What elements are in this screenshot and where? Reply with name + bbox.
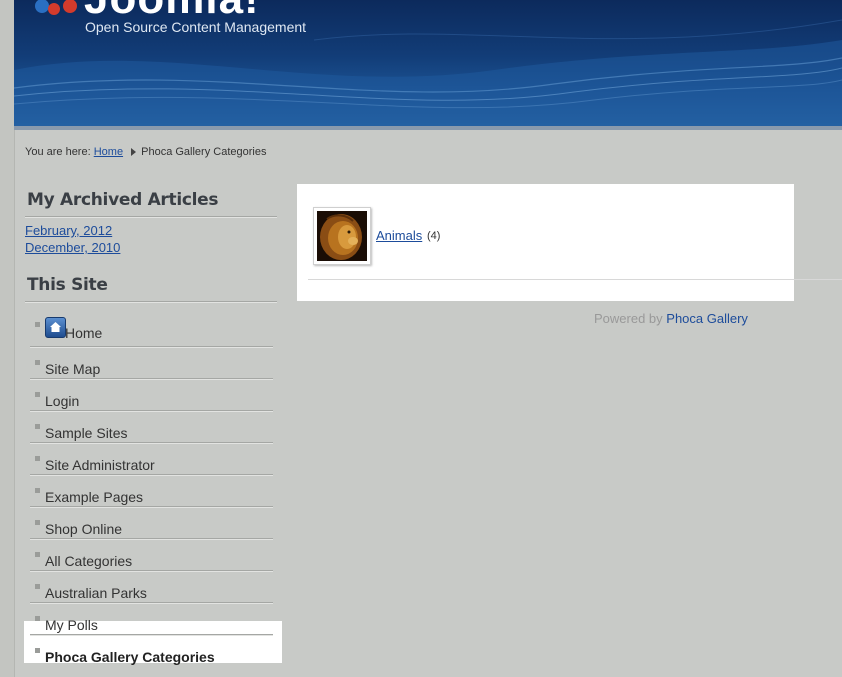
site-header-banner: Joomla! Open Source Content Management <box>14 0 842 126</box>
menu-item-label: Login <box>45 393 80 409</box>
phoca-gallery-link[interactable]: Phoca Gallery <box>666 311 748 326</box>
category-thumbnail[interactable] <box>313 207 371 265</box>
breadcrumb-home-link[interactable]: Home <box>94 146 123 158</box>
bullet-icon <box>35 616 40 621</box>
bullet-icon <box>35 392 40 397</box>
menu-item-example-pages[interactable]: Example Pages <box>30 476 273 507</box>
menu-item-label: My Polls <box>45 617 98 633</box>
bullet-icon <box>35 424 40 429</box>
bullet-icon <box>35 488 40 493</box>
menu-item-shop-online[interactable]: Shop Online <box>30 508 273 539</box>
menu-item-login[interactable]: Login <box>30 380 273 411</box>
menu-item-my-polls[interactable]: My Polls <box>30 604 273 635</box>
menu-item-site-administrator[interactable]: Site Administrator <box>30 444 273 475</box>
bullet-icon <box>35 322 40 327</box>
bullet-icon <box>35 456 40 461</box>
menu-item-label: Australian Parks <box>45 585 147 601</box>
menu-item-home[interactable]: Home <box>30 310 273 347</box>
archived-articles-title: My Archived Articles <box>27 190 219 210</box>
left-edge-strip <box>0 0 15 677</box>
header-bottom-rule <box>14 126 842 130</box>
menu-item-label: Example Pages <box>45 489 144 505</box>
joomla-logo-icon <box>35 0 77 15</box>
bullet-icon <box>35 648 40 653</box>
menu-item-phoca-gallery-categories[interactable]: Phoca Gallery Categories <box>30 636 273 667</box>
this-site-rule <box>25 301 277 303</box>
bullet-icon <box>35 552 40 557</box>
menu-item-label: Sample Sites <box>45 425 128 441</box>
archive-link-dec-2010[interactable]: December, 2010 <box>25 240 120 255</box>
menu-item-all-categories[interactable]: All Categories <box>30 540 273 571</box>
breadcrumb-arrow-icon <box>131 148 137 157</box>
archive-link-feb-2012[interactable]: February, 2012 <box>25 223 112 238</box>
menu-item-australian-parks[interactable]: Australian Parks <box>30 572 273 603</box>
menu-item-label: All Categories <box>45 553 133 569</box>
menu-item-label: Site Map <box>45 361 101 377</box>
menu-item-label: Home <box>65 325 103 341</box>
category-link-animals[interactable]: Animals <box>376 228 422 243</box>
breadcrumb: You are here: Home Phoca Gallery Categor… <box>25 146 266 158</box>
menu-item-label: Shop Online <box>45 521 123 537</box>
menu-item-label: Phoca Gallery Categories <box>45 649 215 665</box>
menu-item-site-map[interactable]: Site Map <box>30 348 273 379</box>
home-icon <box>45 317 66 338</box>
gallery-category-panel <box>297 184 794 301</box>
bullet-icon <box>35 360 40 365</box>
content-divider <box>308 279 842 280</box>
site-tagline: Open Source Content Management <box>85 19 307 35</box>
bullet-icon <box>35 584 40 589</box>
menu-item-sample-sites[interactable]: Sample Sites <box>30 412 273 443</box>
breadcrumb-current: Phoca Gallery Categories <box>141 146 267 158</box>
bullet-icon <box>35 520 40 525</box>
category-count: (4) <box>427 230 441 242</box>
this-site-title: This Site <box>27 275 108 295</box>
menu-item-label: Site Administrator <box>45 457 155 473</box>
lion-thumbnail-icon <box>317 211 367 261</box>
breadcrumb-prefix: You are here: <box>25 146 91 158</box>
powered-by-prefix: Powered by <box>594 311 663 326</box>
archived-articles-rule <box>25 216 277 218</box>
this-site-menu: Home Site Map Login Sample Sites Site Ad… <box>30 310 273 668</box>
powered-by: Powered by Phoca Gallery <box>594 311 748 326</box>
